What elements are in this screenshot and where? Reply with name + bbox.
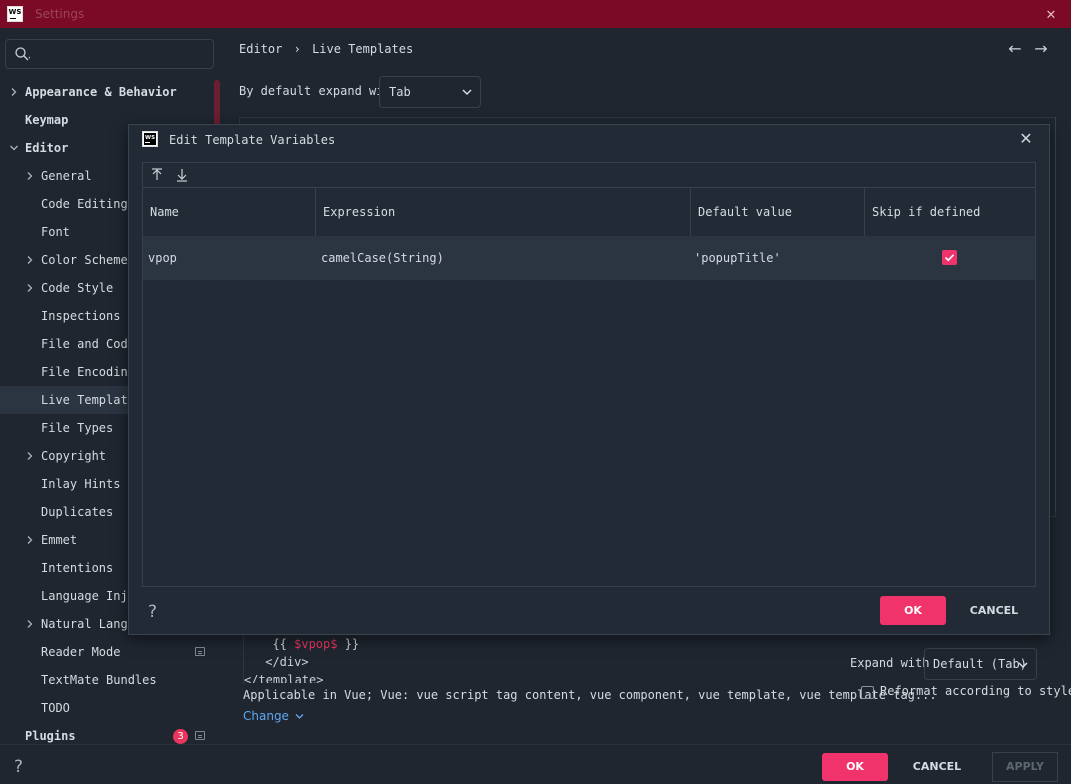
- sidebar-item-label: Intentions: [41, 561, 114, 575]
- breadcrumb-separator: ›: [293, 42, 301, 56]
- settings-apply-button[interactable]: APPLY: [992, 752, 1058, 782]
- reformat-label: Reformat according to style: [880, 684, 1071, 698]
- column-header-name[interactable]: Name: [143, 188, 316, 236]
- applicable-contexts-text: Applicable in Vue; Vue: vue script tag c…: [243, 688, 937, 702]
- chevron-right-icon[interactable]: [25, 619, 35, 629]
- cell-name[interactable]: vpop: [148, 236, 177, 280]
- table-row[interactable]: vpop camelCase(String) 'popupTitle': [143, 236, 1035, 280]
- help-button[interactable]: ?: [14, 757, 23, 777]
- cell-expression[interactable]: camelCase(String): [321, 236, 444, 280]
- breadcrumb: Editor › Live Templates: [239, 42, 413, 56]
- code-line-2: </div>: [258, 655, 309, 669]
- chevron-right-icon[interactable]: [9, 87, 19, 97]
- move-down-icon[interactable]: [173, 166, 191, 184]
- chevron-down-icon[interactable]: [9, 143, 19, 153]
- skip-if-defined-checkbox[interactable]: [942, 250, 957, 265]
- arrow-right-icon[interactable]: →: [1033, 41, 1049, 57]
- expand-with-value: Default (Tab): [933, 657, 1027, 671]
- chevron-right-icon[interactable]: [25, 451, 35, 461]
- sidebar-item-label: Inlay Hints: [41, 477, 121, 491]
- dialog-ok-button[interactable]: OK: [880, 596, 946, 625]
- dialog-cancel-button[interactable]: CANCEL: [961, 596, 1027, 625]
- chevron-right-icon[interactable]: [25, 283, 35, 293]
- dialog-close-button[interactable]: ✕: [1017, 130, 1035, 148]
- sidebar-item-label: Reader Mode: [41, 645, 121, 659]
- column-header-expression[interactable]: Expression: [316, 188, 691, 236]
- checkmark-icon: [944, 254, 955, 262]
- sidebar-item-label: Copyright: [41, 449, 107, 463]
- reformat-checkbox[interactable]: [861, 686, 874, 699]
- webstorm-logo-icon: WS: [142, 131, 158, 147]
- default-expand-label: By default expand with: [239, 84, 398, 98]
- column-header-skip-if-defined[interactable]: Skip if defined: [865, 188, 1035, 236]
- templates-scrollbar[interactable]: [1055, 117, 1056, 512]
- code-line-3: </template>: [244, 673, 324, 683]
- variables-table: Name Expression Default value Skip if de…: [142, 162, 1036, 587]
- sidebar-item-label: TODO: [41, 701, 70, 715]
- svg-text:WS: WS: [145, 135, 155, 141]
- search-icon: [15, 47, 30, 61]
- sidebar-item-textmate-bundles[interactable]: TextMate Bundles: [0, 666, 214, 694]
- sidebar-item-label: Appearance & Behavior: [25, 85, 177, 99]
- dialog-help-button[interactable]: ?: [148, 602, 157, 622]
- move-up-icon[interactable]: [148, 166, 166, 184]
- sidebar-item-appearance-behavior[interactable]: Appearance & Behavior: [0, 78, 214, 106]
- sidebar-item-label: Live Templates: [41, 393, 143, 407]
- column-header-default-value[interactable]: Default value: [691, 188, 865, 236]
- sidebar-item-label: Code Style: [41, 281, 114, 295]
- default-expand-select[interactable]: Tab: [379, 76, 481, 108]
- title-bar: WS Settings ✕: [0, 0, 1071, 28]
- sidebar-item-label: Color Scheme: [41, 253, 128, 267]
- table-toolbar: [143, 163, 1035, 188]
- webstorm-logo-icon: WS: [7, 6, 23, 22]
- chevron-down-icon: [295, 714, 304, 719]
- edit-template-variables-dialog: WS Edit Template Variables ✕ Name Expres…: [128, 124, 1050, 635]
- plugins-update-badge: 3: [173, 729, 188, 744]
- expand-with-select[interactable]: Default (Tab): [924, 648, 1037, 680]
- sidebar-item-label: General: [41, 169, 92, 183]
- default-expand-value: Tab: [389, 85, 411, 99]
- sidebar-item-label: Keymap: [25, 113, 69, 127]
- chevron-right-icon[interactable]: [25, 171, 35, 181]
- reader-mode-project-icon: [195, 647, 205, 656]
- plugins-project-icon: [195, 731, 205, 740]
- sidebar-item-label: Emmet: [41, 533, 78, 547]
- sidebar-item-label: File Encodings: [41, 365, 143, 379]
- sidebar-item-label: Inspections: [41, 309, 121, 323]
- chevron-down-icon: [1018, 662, 1028, 669]
- sidebar-item-label: Code Editing: [41, 197, 128, 211]
- sidebar-item-label: Editor: [25, 141, 69, 155]
- cell-default-value[interactable]: 'popupTitle': [694, 236, 781, 280]
- sidebar-item-reader-mode[interactable]: Reader Mode: [0, 638, 214, 666]
- settings-ok-button[interactable]: OK: [822, 753, 888, 781]
- dialog-title: Edit Template Variables: [169, 133, 336, 147]
- breadcrumb-editor[interactable]: Editor: [239, 42, 282, 56]
- settings-cancel-button[interactable]: CANCEL: [904, 753, 970, 781]
- chevron-right-icon[interactable]: [25, 255, 35, 265]
- table-header: Name Expression Default value Skip if de…: [143, 188, 1035, 236]
- code-line-1: {{ $vpop$ }}: [258, 637, 360, 651]
- expand-with-label: Expand with: [850, 656, 930, 670]
- close-window-button[interactable]: ✕: [1041, 4, 1061, 24]
- window-title: Settings: [35, 7, 85, 21]
- breadcrumb-live-templates: Live Templates: [312, 42, 414, 56]
- sidebar-item-label: File Types: [41, 421, 114, 435]
- sidebar-item-label: TextMate Bundles: [41, 673, 157, 687]
- settings-search-input[interactable]: [5, 39, 214, 69]
- template-text-editor[interactable]: {{ $vpop$ }} </div> </template>: [243, 628, 833, 684]
- chevron-down-icon: [462, 89, 472, 96]
- arrow-left-icon[interactable]: ←: [1007, 41, 1023, 57]
- change-context-link[interactable]: Change: [243, 709, 304, 723]
- sidebar-item-label: Duplicates: [41, 505, 114, 519]
- sidebar-item-todo[interactable]: TODO: [0, 694, 214, 722]
- sidebar-item-label: Font: [41, 225, 70, 239]
- chevron-right-icon[interactable]: [25, 535, 35, 545]
